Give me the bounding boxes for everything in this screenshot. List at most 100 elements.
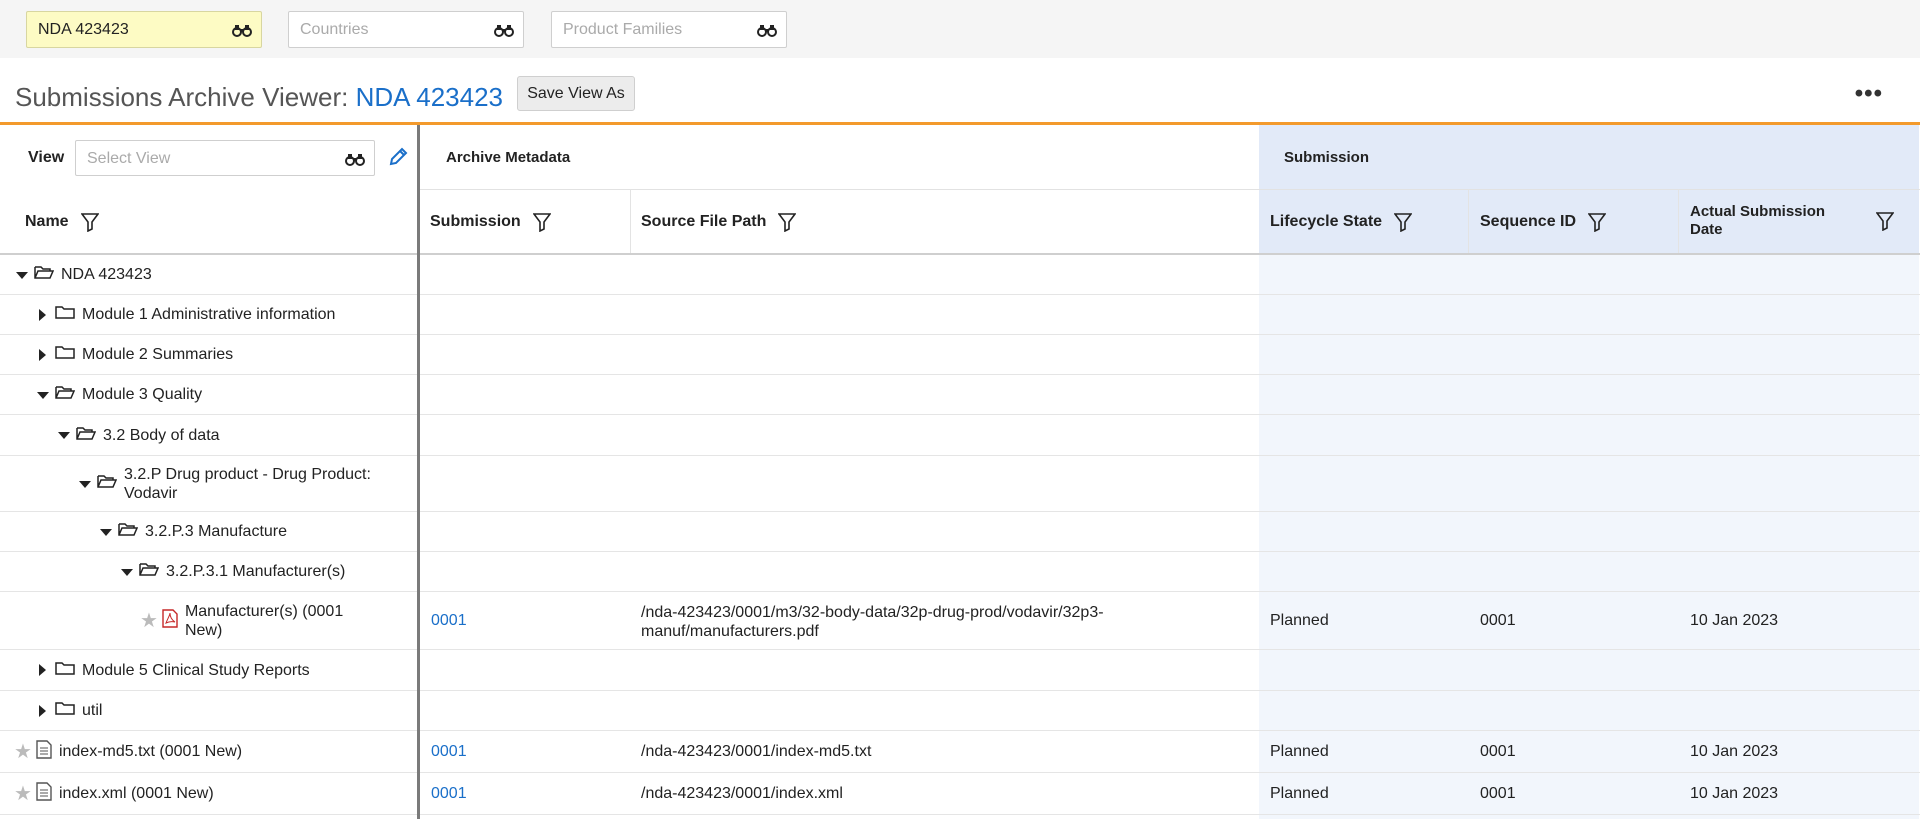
product-families-filter[interactable]: Product Families — [551, 11, 787, 48]
select-view-input[interactable]: Select View — [75, 140, 375, 176]
caret-right-icon[interactable] — [35, 348, 49, 362]
tree-node-label: 3.2.P.3 Manufacture — [145, 523, 288, 540]
tree-node[interactable]: ★ index.xml (0001 New) — [14, 773, 400, 814]
tree-node-label: index.xml (0001 New) — [58, 785, 214, 802]
table-row[interactable]: ★ index-md5.txt (0001 New) 0001/nda-423423… — [0, 731, 1920, 773]
table-row[interactable]: Module 3 Quality — [0, 375, 1920, 415]
tree-node[interactable]: 3.2.P.3 Manufacture — [98, 512, 400, 551]
caret-right-icon[interactable] — [35, 308, 49, 322]
header-divider — [420, 189, 1920, 190]
application-filter-value: NDA 423423 — [38, 21, 129, 38]
folder-open-icon — [76, 425, 97, 446]
tree-node[interactable]: ★ index-md5.txt (0001 New) — [14, 731, 400, 772]
table-row[interactable]: Module 2 Summaries — [0, 335, 1920, 375]
column-header-source-file-path-label: Source File Path — [641, 213, 767, 230]
filter-icon[interactable] — [1394, 212, 1413, 232]
page-title-nda: NDA 423423 — [355, 82, 504, 112]
tree-node[interactable]: 3.2.P Drug product - Drug Product: Vodav… — [77, 456, 427, 511]
caret-down-icon[interactable] — [35, 388, 49, 402]
table-row[interactable]: ★ index.xml (0001 New) 0001/nda-423423/000… — [0, 773, 1920, 815]
star-icon[interactable]: ★ — [14, 739, 32, 764]
submission-link[interactable]: 0001 — [431, 611, 467, 630]
table-row[interactable]: ★ Manufacturer(s) (0001 New) 0001/nda-4234… — [0, 592, 1920, 650]
caret-down-icon[interactable] — [14, 268, 28, 282]
product-families-placeholder: Product Families — [563, 21, 683, 38]
column-separator — [1468, 189, 1469, 253]
table-row[interactable]: util — [0, 691, 1920, 731]
submission-link[interactable]: 0001 — [431, 784, 467, 803]
tree-node-label: 3.2.P.3.1 Manufacturer(s) — [166, 563, 346, 580]
tree-node-label: Module 2 Summaries — [82, 346, 234, 363]
caret-right-icon[interactable] — [35, 663, 49, 677]
tree-node[interactable]: 3.2 Body of data — [56, 415, 400, 455]
caret-right-icon[interactable] — [35, 704, 49, 718]
lifecycle-state: Planned — [1270, 785, 1329, 802]
binoculars-icon[interactable] — [345, 151, 365, 172]
caret-down-icon[interactable] — [56, 428, 70, 442]
source-file-path: /nda-423423/0001/index.xml — [641, 785, 843, 802]
table-row[interactable]: 3.2 Body of data — [0, 415, 1920, 456]
column-separator — [1678, 189, 1679, 253]
tree-node[interactable]: 3.2.P.3.1 Manufacturer(s) — [119, 552, 400, 591]
column-separator — [630, 189, 631, 253]
binoculars-icon[interactable] — [232, 22, 252, 43]
column-header-submission[interactable]: Submission — [430, 212, 551, 232]
lifecycle-state: Planned — [1270, 743, 1329, 760]
view-label: View — [28, 149, 65, 166]
submission-link[interactable]: 0001 — [431, 742, 467, 761]
countries-filter[interactable]: Countries — [288, 11, 524, 48]
lifecycle-state: Planned — [1270, 612, 1329, 629]
table-row[interactable]: 3.2.P Drug product - Drug Product: Vodav… — [0, 456, 1920, 512]
actual-submission-date: 10 Jan 2023 — [1690, 612, 1779, 629]
caret-down-icon[interactable] — [98, 525, 112, 539]
frozen-column-divider — [417, 125, 420, 819]
document-icon — [36, 739, 52, 764]
tree-node[interactable]: ★ Manufacturer(s) (0001 New) — [140, 592, 440, 649]
caret-down-icon[interactable] — [119, 565, 133, 579]
edit-view-pencil-icon[interactable] — [387, 146, 409, 173]
page-title-prefix: Submissions Archive Viewer: — [15, 82, 356, 112]
column-header-lifecycle-state-label: Lifecycle State — [1270, 213, 1383, 230]
tree-node[interactable]: NDA 423423 — [14, 255, 400, 294]
column-header-lifecycle-state[interactable]: Lifecycle State — [1270, 212, 1413, 232]
caret-down-icon[interactable] — [77, 477, 91, 491]
more-menu-icon[interactable]: ••• — [1855, 80, 1883, 108]
star-icon[interactable]: ★ — [14, 781, 32, 806]
source-file-path: /nda-423423/0001/m3/32-body-data/32p-dru… — [641, 604, 1104, 640]
folder-icon — [55, 700, 75, 721]
tree-node[interactable]: util — [35, 691, 400, 730]
filter-icon[interactable] — [1588, 212, 1607, 232]
column-header-actual-submission-date[interactable]: Actual Submission Date — [1690, 203, 1840, 239]
document-icon — [36, 781, 52, 806]
tree-node[interactable]: Module 1 Administrative information — [35, 295, 400, 334]
column-header-source-file-path[interactable]: Source File Path — [641, 212, 797, 232]
folder-icon — [55, 304, 75, 325]
table-row[interactable]: Module 1 Administrative information — [0, 295, 1920, 335]
table-row[interactable]: NDA 423423 — [0, 255, 1920, 295]
table-row[interactable]: 3.2.P.3 Manufacture — [0, 512, 1920, 552]
application-filter[interactable]: NDA 423423 — [26, 11, 262, 48]
table-row[interactable]: 3.2.P.3.1 Manufacturer(s) — [0, 552, 1920, 592]
tree-node[interactable]: Module 2 Summaries — [35, 335, 400, 374]
actual-submission-date: 10 Jan 2023 — [1690, 785, 1779, 802]
filter-icon[interactable] — [1876, 211, 1894, 231]
sequence-id: 0001 — [1480, 612, 1516, 629]
select-view-placeholder: Select View — [87, 150, 171, 167]
binoculars-icon[interactable] — [494, 22, 514, 43]
column-header-sequence-id[interactable]: Sequence ID — [1480, 212, 1607, 232]
filter-icon[interactable] — [778, 212, 797, 232]
binoculars-icon[interactable] — [757, 22, 777, 43]
filter-icon[interactable] — [80, 212, 99, 232]
folder-open-icon — [97, 473, 118, 494]
tree-node[interactable]: Module 3 Quality — [35, 375, 400, 414]
table-row[interactable]: Module 5 Clinical Study Reports — [0, 650, 1920, 691]
filter-icon[interactable] — [532, 212, 551, 232]
folder-open-icon — [139, 561, 160, 582]
archive-metadata-group: Archive Metadata — [446, 149, 571, 166]
tree-node[interactable]: Module 5 Clinical Study Reports — [35, 650, 400, 690]
column-header-name[interactable]: Name — [25, 212, 99, 232]
pdf-file-icon — [162, 608, 178, 633]
star-icon[interactable]: ★ — [140, 608, 158, 633]
save-view-as-button[interactable]: Save View As — [517, 76, 635, 111]
tree-node-label: 3.2.P Drug product - Drug Product: Vodav… — [124, 465, 371, 502]
